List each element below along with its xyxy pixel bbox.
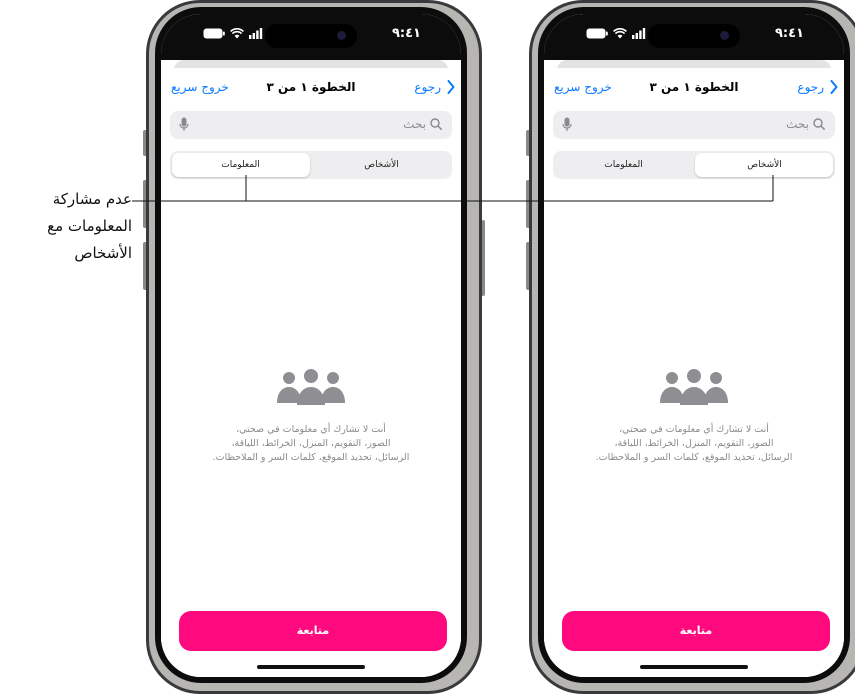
signal-bars-icon	[632, 28, 646, 39]
status-time: ٩:٤١	[774, 26, 804, 41]
nav-bar: رجوع الخطوة ١ من ٣ خروج سريع	[544, 68, 844, 106]
microphone-icon[interactable]	[562, 117, 572, 133]
segment-information[interactable]: المعلومات	[170, 151, 311, 179]
wifi-icon	[230, 28, 244, 39]
search-placeholder: بحث	[403, 117, 426, 131]
empty-line-1: أنت لا تشارك أي معلومات في صحتي،	[619, 424, 769, 435]
continue-button[interactable]: متابعة	[562, 611, 830, 651]
phone-left: ٩:٤١ رجوع الخطوة ١ من ٣ خروج سريع بحث ال…	[143, 0, 485, 694]
search-field[interactable]: بحث	[170, 111, 452, 139]
status-bar: ٩:٤١	[544, 14, 844, 60]
battery-icon	[203, 28, 225, 39]
callout-line-3: الأشخاص	[74, 244, 132, 262]
phone-right: ٩:٤١ رجوع الخطوة ١ من ٣ خروج سريع بحث ال…	[526, 0, 855, 694]
microphone-icon[interactable]	[179, 117, 189, 133]
empty-state: أنت لا تشارك أي معلومات في صحتي، الصور، …	[161, 369, 461, 465]
empty-line-2: الصور، التقويم، المنزل، الخرائط، اللياقة…	[614, 438, 774, 449]
status-time: ٩:٤١	[391, 26, 421, 41]
segment-information[interactable]: المعلومات	[553, 151, 694, 179]
search-placeholder: بحث	[786, 117, 809, 131]
signal-bars-icon	[249, 28, 263, 39]
empty-state: أنت لا تشارك أي معلومات في صحتي، الصور، …	[544, 369, 844, 465]
search-field[interactable]: بحث	[553, 111, 835, 139]
empty-line-2: الصور، التقويم، المنزل، الخرائط، اللياقة…	[231, 438, 391, 449]
segment-people[interactable]: الأشخاص	[694, 151, 835, 179]
segmented-control: المعلومات الأشخاص	[170, 151, 452, 179]
people-group-icon	[277, 369, 345, 405]
empty-line-3: الرسائل، تحديد الموقع، كلمات السر و المل…	[212, 452, 410, 463]
quick-exit-button[interactable]: خروج سريع	[554, 80, 612, 94]
camera-dot	[720, 31, 729, 40]
phone-screen: ٩:٤١ رجوع الخطوة ١ من ٣ خروج سريع بحث ال…	[544, 14, 844, 677]
search-icon	[813, 118, 825, 130]
empty-line-1: أنت لا تشارك أي معلومات في صحتي،	[236, 424, 386, 435]
battery-icon	[586, 28, 608, 39]
home-indicator	[640, 665, 748, 669]
segmented-control: المعلومات الأشخاص	[553, 151, 835, 179]
camera-dot	[337, 31, 346, 40]
wifi-icon	[613, 28, 627, 39]
callout-line-1: عدم مشاركة	[52, 190, 132, 208]
callout-label: عدم مشاركة المعلومات مع الأشخاص	[0, 186, 132, 267]
phone-screen: ٩:٤١ رجوع الخطوة ١ من ٣ خروج سريع بحث ال…	[161, 14, 461, 677]
people-group-icon	[660, 369, 728, 405]
continue-button[interactable]: متابعة	[179, 611, 447, 651]
empty-line-3: الرسائل، تحديد الموقع، كلمات السر و المل…	[595, 452, 793, 463]
search-icon	[430, 118, 442, 130]
callout-line-2: المعلومات مع	[47, 217, 132, 235]
home-indicator	[257, 665, 365, 669]
nav-bar: رجوع الخطوة ١ من ٣ خروج سريع	[161, 68, 461, 106]
quick-exit-button[interactable]: خروج سريع	[171, 80, 229, 94]
status-bar: ٩:٤١	[161, 14, 461, 60]
segment-people[interactable]: الأشخاص	[311, 151, 452, 179]
